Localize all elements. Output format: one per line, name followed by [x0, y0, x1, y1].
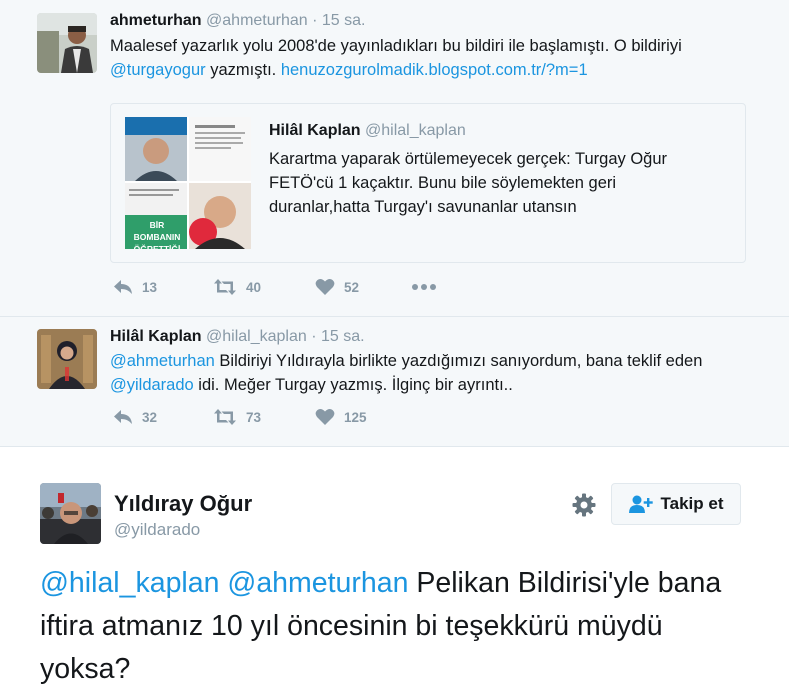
tweet-ahmeturhan[interactable]: ahmeturhan @ahmeturhan · 15 sa. Maalesef…: [0, 0, 789, 317]
tweet-text-part2: idi. Meğer Turgay yazmış. İlginç bir ayr…: [193, 376, 513, 394]
like-icon: [315, 409, 335, 425]
tweet-actions: 32 73 125: [113, 408, 473, 432]
more-button[interactable]: [412, 281, 436, 293]
main-author-screen-name[interactable]: @yildarado: [114, 520, 200, 540]
quoted-author-name: Hilâl Kaplan: [269, 122, 361, 139]
tweet-text: Maalesef yazarlık yolu 2008'de yayınladı…: [110, 34, 750, 82]
settings-button[interactable]: [572, 493, 596, 522]
quoted-image-overlay-text: BİR BOMBANIN ÖĞRETTİĞİ: [133, 220, 181, 249]
tweet-timestamp[interactable]: 15 sa.: [322, 12, 366, 29]
retweet-button[interactable]: 40: [213, 278, 261, 296]
mention-link[interactable]: @turgayogur: [110, 61, 206, 79]
author-name[interactable]: Hilâl Kaplan: [110, 328, 202, 345]
reply-button[interactable]: 13: [113, 278, 157, 296]
follow-button[interactable]: Takip et: [611, 483, 741, 525]
mention-link[interactable]: @yildarado: [110, 376, 194, 394]
tweet-text-part1: Bildiriyi Yıldırayla birlikte yazdığımız…: [214, 352, 703, 370]
quoted-tweet[interactable]: BİR BOMBANIN ÖĞRETTİĞİ Hilâl Kaplan @hil…: [110, 103, 746, 263]
tweet-text-part2: yazmıştı.: [205, 61, 281, 79]
reply-count: 32: [142, 409, 158, 425]
quoted-author-screen-name: @hilal_kaplan: [365, 122, 466, 139]
avatar-yildarado[interactable]: [40, 483, 101, 544]
tweet-text-part1: Maalesef yazarlık yolu 2008'de yayınladı…: [110, 37, 682, 55]
retweet-icon: [214, 279, 236, 295]
like-button[interactable]: 52: [315, 278, 359, 296]
like-count: 52: [344, 279, 360, 295]
reply-button[interactable]: 32: [113, 408, 157, 426]
separator-dot: ·: [312, 12, 318, 29]
author-screen-name[interactable]: @ahmeturhan: [206, 12, 308, 29]
like-count: 125: [344, 409, 367, 425]
follow-button-label: Takip et: [660, 494, 724, 513]
tweet-text: @ahmeturhan Bildiriyi Yıldırayla birlikt…: [110, 349, 760, 397]
author-screen-name[interactable]: @hilal_kaplan: [206, 328, 307, 345]
gear-icon: [572, 493, 596, 517]
retweet-button[interactable]: 73: [213, 408, 261, 426]
author-name[interactable]: ahmeturhan: [110, 12, 202, 29]
reply-icon: [114, 280, 132, 294]
mention-link[interactable]: @hilal_kaplan: [40, 567, 219, 599]
main-tweet: Yıldıray Oğur @yildarado Takip et @hilal…: [0, 447, 789, 693]
tweet-hilal-kaplan[interactable]: Hilâl Kaplan @hilal_kaplan · 15 sa. @ahm…: [0, 317, 789, 446]
tweet-timestamp[interactable]: 15 sa.: [321, 328, 365, 345]
retweet-icon: [214, 409, 236, 425]
quoted-tweet-image[interactable]: BİR BOMBANIN ÖĞRETTİĞİ: [125, 117, 251, 249]
tweet-actions: 13 40 52: [113, 278, 473, 302]
main-tweet-text: @hilal_kaplan @ahmeturhan Pelikan Bildir…: [40, 562, 760, 691]
follow-person-icon: [628, 495, 653, 513]
conversation-thread: ahmeturhan @ahmeturhan · 15 sa. Maalesef…: [0, 0, 789, 447]
mention-link[interactable]: @ahmeturhan: [110, 352, 215, 370]
mention-link[interactable]: @ahmeturhan: [227, 567, 408, 599]
quoted-tweet-text: Karartma yaparak örtülemeyecek gerçek: T…: [269, 150, 668, 216]
avatar-hilal-kaplan[interactable]: [37, 329, 97, 389]
reply-count: 13: [142, 279, 158, 295]
like-icon: [315, 279, 335, 295]
retweet-count: 40: [246, 279, 262, 295]
main-author-name[interactable]: Yıldıray Oğur: [114, 491, 252, 517]
url-link[interactable]: henuzozgurolmadik.blogspot.com.tr/?m=1: [281, 61, 588, 79]
retweet-count: 73: [246, 409, 262, 425]
separator-dot: ·: [311, 328, 317, 345]
avatar-ahmeturhan[interactable]: [37, 13, 97, 73]
like-button[interactable]: 125: [315, 408, 367, 426]
more-icon: [412, 284, 436, 290]
reply-icon: [114, 410, 132, 424]
